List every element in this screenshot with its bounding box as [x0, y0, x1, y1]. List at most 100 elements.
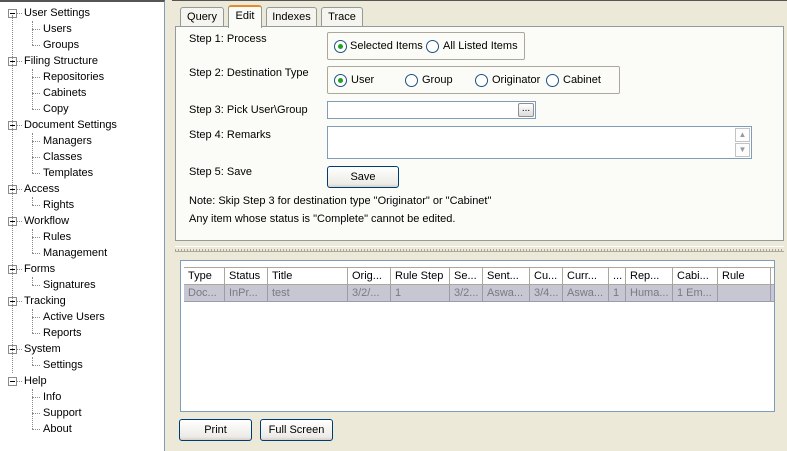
tree-category[interactable]: Document Settings — [0, 117, 164, 133]
column-header[interactable]: Type — [184, 268, 225, 284]
tab-edit[interactable]: Edit — [228, 5, 262, 28]
tree-connector — [32, 205, 40, 206]
column-header[interactable]: Title — [268, 268, 348, 284]
tab-query[interactable]: Query — [180, 7, 224, 27]
tree-category-label[interactable]: Access — [24, 181, 59, 197]
tree-item[interactable]: Managers — [0, 133, 164, 149]
tree-item-label[interactable]: About — [43, 421, 72, 437]
navigation-tree[interactable]: User Settings Users Groups Filing Structure… — [0, 0, 165, 451]
tab-indexes[interactable]: Indexes — [266, 7, 317, 27]
tree-item[interactable]: Cabinets — [0, 85, 164, 101]
tree-item[interactable]: Rules — [0, 229, 164, 245]
column-header[interactable]: Orig... — [348, 268, 391, 284]
tree-category[interactable]: Help — [0, 373, 164, 389]
tree-category-label[interactable]: User Settings — [24, 5, 90, 21]
tree-category-label[interactable]: Document Settings — [24, 117, 117, 133]
radio-user[interactable] — [334, 74, 347, 87]
tree-category[interactable]: Forms — [0, 261, 164, 277]
tree-item-label[interactable]: Support — [43, 405, 82, 421]
splitter-handle[interactable] — [175, 246, 784, 252]
tree-item-label[interactable]: Active Users — [43, 309, 105, 325]
tree-item-label[interactable]: Signatures — [43, 277, 96, 293]
tree-item[interactable]: Rights — [0, 197, 164, 213]
browse-user-group-button[interactable]: ... — [518, 103, 534, 117]
radio-group[interactable] — [405, 74, 418, 87]
tree-item[interactable]: About — [0, 421, 164, 437]
column-header[interactable]: Se... — [450, 268, 483, 284]
tree-item-label[interactable]: Rights — [43, 197, 74, 213]
tree-category-label[interactable]: Help — [24, 373, 47, 389]
tree-category[interactable]: User Settings — [0, 5, 164, 21]
column-header[interactable]: Cu... — [530, 268, 563, 284]
tree-category[interactable]: Workflow — [0, 213, 164, 229]
tree-category[interactable]: Tracking — [0, 293, 164, 309]
tree-category-label[interactable]: Tracking — [24, 293, 66, 309]
tree-item[interactable]: Management — [0, 245, 164, 261]
tree-category-label[interactable]: Forms — [24, 261, 55, 277]
radio-group-label[interactable]: Group — [422, 74, 453, 86]
column-header[interactable]: Cabi... — [673, 268, 718, 284]
tree-item-label[interactable]: Users — [43, 21, 72, 37]
column-header[interactable]: ... — [609, 268, 626, 284]
tree-item-label[interactable]: Reports — [43, 325, 82, 341]
column-header[interactable]: Rule — [718, 268, 771, 284]
tree-category-label[interactable]: Workflow — [24, 213, 69, 229]
tree-item[interactable]: Repositories — [0, 69, 164, 85]
tree-connector — [32, 141, 40, 142]
radio-originator[interactable] — [475, 74, 488, 87]
tree-item-label[interactable]: Templates — [43, 165, 93, 181]
remarks-textarea[interactable] — [327, 126, 752, 159]
tree-item[interactable]: Support — [0, 405, 164, 421]
radio-cabinet-label[interactable]: Cabinet — [563, 74, 601, 86]
radio-all-listed-items[interactable] — [426, 40, 439, 53]
tree-item[interactable]: Reports — [0, 325, 164, 341]
tree-category[interactable]: Access — [0, 181, 164, 197]
tree-category-label[interactable]: Filing Structure — [24, 53, 98, 69]
tree-category-label[interactable]: System — [24, 341, 61, 357]
tab-trace[interactable]: Trace — [321, 7, 363, 27]
full-screen-button[interactable]: Full Screen — [260, 419, 333, 441]
tree-item-label[interactable]: Classes — [43, 149, 82, 165]
radio-selected-items[interactable] — [334, 40, 347, 53]
tree-item-label[interactable]: Info — [43, 389, 61, 405]
remarks-scroll-up-icon[interactable]: ▲ — [735, 128, 750, 142]
tree-item[interactable]: Users — [0, 21, 164, 37]
radio-user-label[interactable]: User — [351, 74, 374, 86]
tree-item-label[interactable]: Rules — [43, 229, 71, 245]
tree-item-label[interactable]: Settings — [43, 357, 83, 373]
column-header[interactable]: Sent... — [483, 268, 530, 284]
tree-item-label[interactable]: Repositories — [43, 69, 104, 85]
user-group-input[interactable] — [327, 101, 536, 119]
tree-item-label[interactable]: Managers — [43, 133, 92, 149]
tree-item[interactable]: Active Users — [0, 309, 164, 325]
column-header[interactable]: Rep... — [626, 268, 673, 284]
tree-item-label[interactable]: Copy — [43, 101, 69, 117]
table-row[interactable]: Doc... InPr... test 3/2/... 1 3/2... Aswa... 3/… — [184, 285, 774, 302]
results-grid[interactable]: Type Status Title Orig... Rule Step Se... Sent… — [180, 260, 775, 412]
radio-selected-items-label[interactable]: Selected Items — [350, 40, 423, 52]
tree-item[interactable]: Info — [0, 389, 164, 405]
radio-originator-label[interactable]: Originator — [492, 74, 540, 86]
radio-cabinet[interactable] — [546, 74, 559, 87]
print-button[interactable]: Print — [179, 419, 252, 441]
tree-category[interactable]: System — [0, 341, 164, 357]
tree-item[interactable]: Settings — [0, 357, 164, 373]
edit-panel: Step 1: Process Selected Items All Liste… — [175, 26, 784, 241]
collapse-toggle-icon[interactable] — [8, 377, 17, 386]
tree-item[interactable]: Classes — [0, 149, 164, 165]
tree-item[interactable]: Copy — [0, 101, 164, 117]
column-header[interactable]: Status — [225, 268, 268, 284]
table-cell: 1 — [391, 285, 450, 301]
tree-item-label[interactable]: Cabinets — [43, 85, 86, 101]
tree-item[interactable]: Groups — [0, 37, 164, 53]
tree-item-label[interactable]: Groups — [43, 37, 79, 53]
radio-all-listed-items-label[interactable]: All Listed Items — [443, 40, 518, 52]
save-button[interactable]: Save — [327, 166, 399, 188]
tree-item-label[interactable]: Management — [43, 245, 107, 261]
remarks-scroll-down-icon[interactable]: ▼ — [735, 143, 750, 157]
tree-item[interactable]: Templates — [0, 165, 164, 181]
tree-category[interactable]: Filing Structure — [0, 53, 164, 69]
column-header[interactable]: Rule Step — [391, 268, 450, 284]
tree-item[interactable]: Signatures — [0, 277, 164, 293]
column-header[interactable]: Curr... — [563, 268, 609, 284]
